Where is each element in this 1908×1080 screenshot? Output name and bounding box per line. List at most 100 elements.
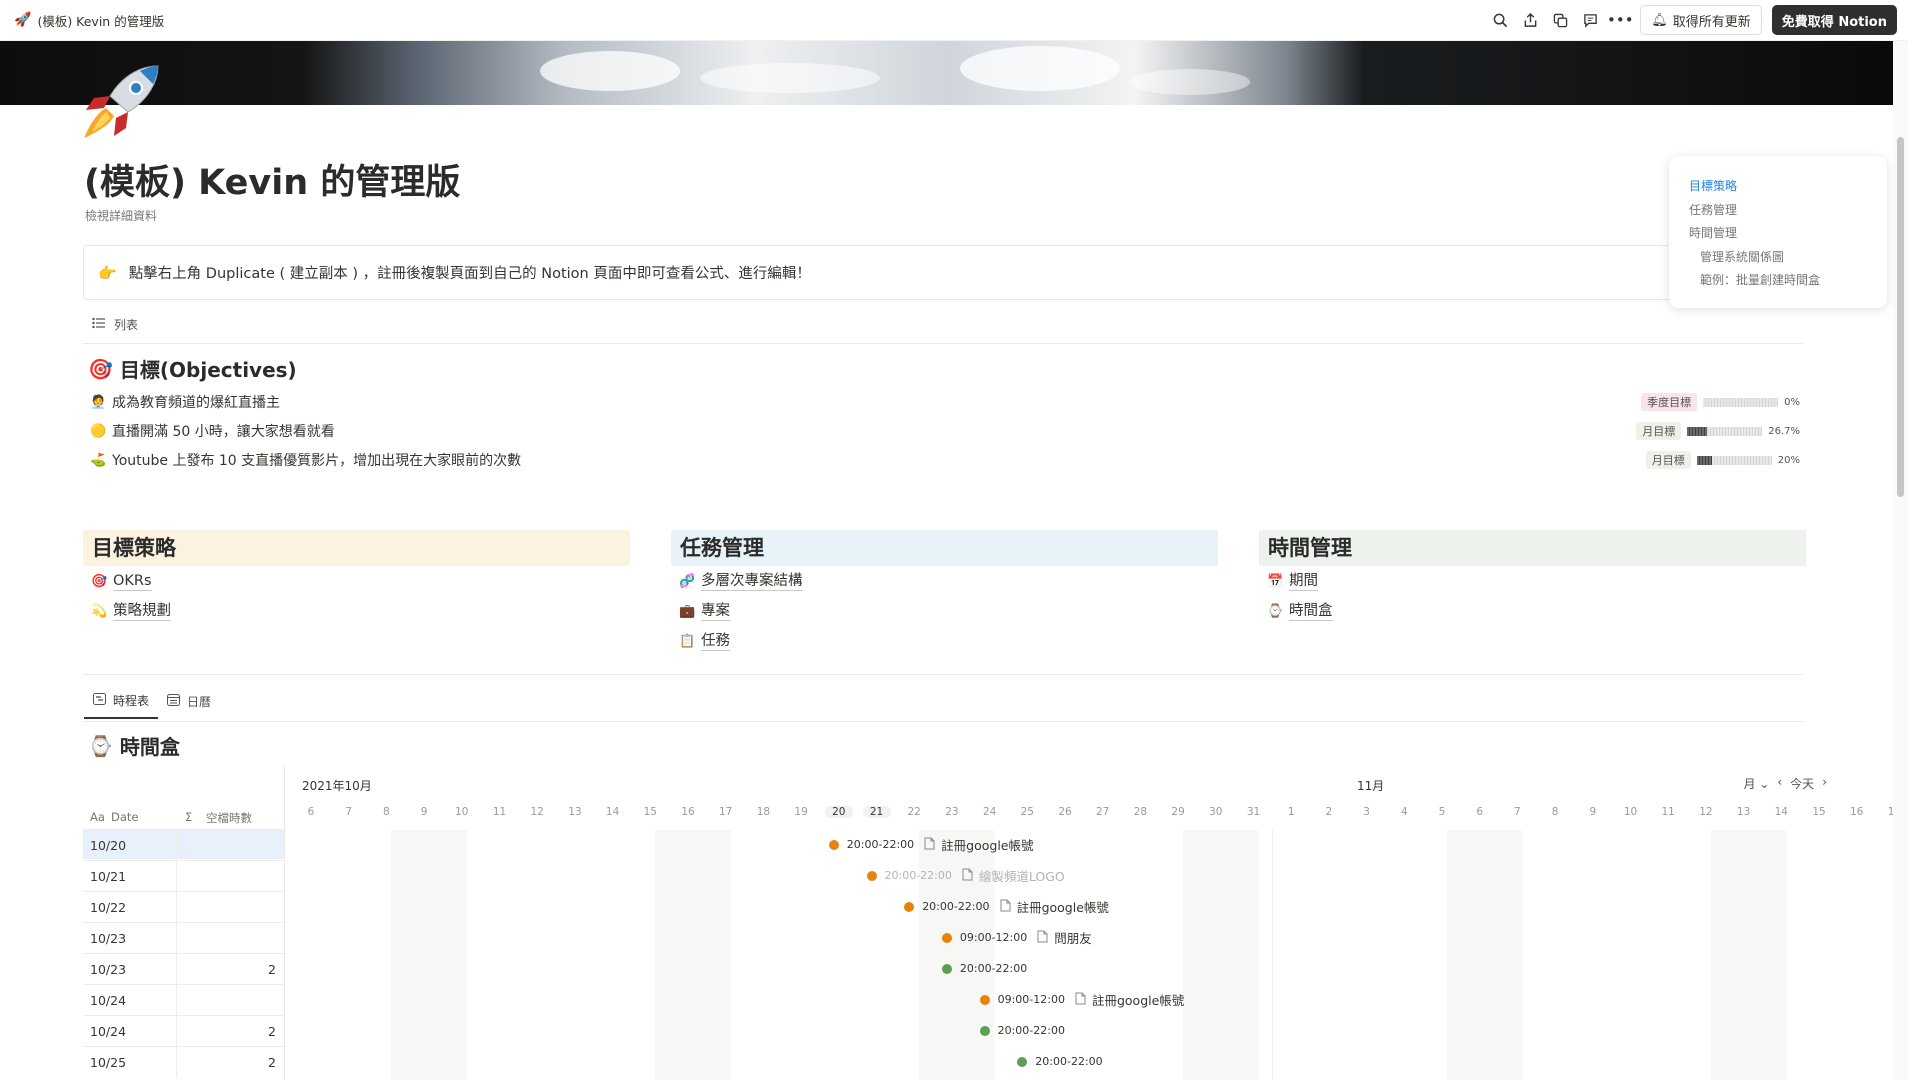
page-link[interactable]: 💼 專案	[671, 596, 1218, 626]
timebox-event[interactable]: 20:00-22:00 註冊google帳號	[904, 894, 1109, 919]
day-number: 15	[643, 806, 657, 818]
timebox-event[interactable]: 20:00-22:00	[979, 1018, 1065, 1043]
weekend-column	[428, 830, 467, 1080]
follow-button[interactable]: 🔔︎ 取得所有更新	[1640, 5, 1762, 35]
table-row[interactable]: 10/23 2	[83, 953, 285, 985]
page-link[interactable]: 🎯 OKRs	[83, 566, 630, 596]
list-view-tab[interactable]: 列表	[92, 316, 138, 333]
section-column: 任務管理 🧬 多層次專案結構 💼 專案 📋 任務	[671, 530, 1218, 656]
chevron-right-icon[interactable]: ›	[1822, 775, 1827, 792]
page-link[interactable]: 📋 任務	[671, 626, 1218, 656]
page-link[interactable]: 💫 策略規劃	[83, 596, 630, 626]
timebox-event[interactable]: 20:00-22:00 註冊google帳號	[828, 832, 1034, 857]
day-number: 13	[568, 806, 582, 818]
divider	[83, 721, 1803, 722]
search-icon[interactable]	[1490, 10, 1510, 30]
toc-item[interactable]: 範例：批量創建時間盒	[1689, 269, 1867, 293]
comment-icon[interactable]	[1580, 10, 1600, 30]
row-date: 10/20	[90, 838, 127, 853]
page-link-icon: 📋	[679, 633, 696, 649]
progress-percent: 20%	[1777, 454, 1800, 466]
event-name: 註冊google帳號	[1091, 993, 1185, 1008]
timebox-event[interactable]: 09:00-12:00 問朋友	[941, 925, 1092, 950]
status-dot	[941, 963, 952, 974]
page-link-icon: 🎯	[91, 573, 108, 589]
day-number: 8	[383, 806, 390, 818]
zoom-select[interactable]: 月 ⌄	[1743, 775, 1769, 792]
day-number: 10	[455, 806, 469, 818]
table-row[interactable]: 10/20	[83, 829, 285, 861]
objective-row[interactable]: ⛳ Youtube 上發布 10 支直播優質影片，增加出現在大家眼前的次數 月目標 2…	[90, 446, 1800, 474]
objective-meta: 季度目標 0%	[1641, 393, 1800, 411]
objective-text: Youtube 上發布 10 支直播優質影片，增加出現在大家眼前的次數	[112, 453, 522, 469]
page-link-icon: 💫	[91, 603, 108, 619]
toc-item[interactable]: 時間管理	[1689, 222, 1867, 246]
breadcrumb[interactable]: 🚀 (模板) Kevin 的管理版	[14, 11, 164, 30]
timebox-event[interactable]: 20:00-22:00	[941, 956, 1027, 981]
day-number: 14	[605, 806, 620, 818]
more-icon[interactable]: •••	[1607, 10, 1634, 30]
chevron-left-icon[interactable]: ‹	[1777, 775, 1782, 792]
table-row[interactable]: 10/25 2	[83, 1046, 285, 1078]
toc-item[interactable]: 任務管理	[1689, 199, 1867, 223]
row-date: 10/24	[90, 1024, 127, 1039]
share-icon[interactable]	[1520, 10, 1540, 30]
page-link-label: 時間盒	[1289, 602, 1333, 621]
objective-meta: 月目標 26.7%	[1636, 422, 1800, 440]
timebox-event[interactable]: 20:00-22:00 繪製頻道LOGO	[866, 863, 1065, 888]
timebox-event[interactable]: 09:00-12:00 註冊google帳號	[979, 987, 1185, 1012]
table-row[interactable]: 10/23	[83, 922, 285, 954]
status-dot	[866, 870, 877, 881]
day-number: 28	[1133, 806, 1148, 818]
toc-item[interactable]: 管理系統關係圖	[1689, 246, 1867, 270]
day-number: 18	[756, 806, 771, 818]
day-number: 24	[982, 806, 997, 818]
bell-icon: 🔔︎	[1651, 12, 1668, 28]
rocket-icon[interactable]	[82, 64, 162, 140]
table-row[interactable]: 10/21	[83, 860, 285, 892]
view-tab[interactable]: 日曆	[158, 692, 220, 719]
row-date: 10/23	[90, 931, 127, 946]
table-row[interactable]: 10/24	[83, 984, 285, 1016]
section-heading: 目標策略	[83, 530, 630, 566]
duplicate-icon[interactable]	[1550, 10, 1570, 30]
objective-row[interactable]: 🧑‍💼 成為教育頻道的爆紅直播主 季度目標 0%	[90, 388, 1800, 416]
page-link[interactable]: 🧬 多層次專案結構	[671, 566, 1218, 596]
day-number: 1	[1287, 806, 1295, 818]
section-column: 目標策略 🎯 OKRs 💫 策略規劃	[83, 530, 630, 626]
page-scrollbar[interactable]	[1893, 41, 1908, 1080]
calendar-icon	[167, 694, 181, 709]
view-tabs: 時程表 日曆	[84, 692, 220, 719]
day-number: 15	[1812, 806, 1826, 818]
row-free-hours: 2	[268, 1024, 276, 1039]
column-free-hours[interactable]: 空檔時數	[206, 810, 252, 826]
day-number: 3	[1363, 806, 1370, 818]
today-button[interactable]: 今天	[1790, 775, 1814, 792]
progress-fill	[1696, 455, 1712, 465]
page-link[interactable]: ⌚ 時間盒	[1259, 596, 1806, 626]
timebox-title: 時間盒	[119, 735, 180, 759]
objective-row[interactable]: 🟡 直播開滿 50 小時，讓大家想看就看 月目標 26.7%	[90, 417, 1800, 445]
timebox-event[interactable]: 20:00-22:00	[1017, 1049, 1103, 1074]
day-number: 17	[719, 806, 733, 818]
view-tab[interactable]: 時程表	[84, 692, 159, 719]
page-link[interactable]: 📅 期間	[1259, 566, 1806, 596]
day-number: 25	[1020, 806, 1034, 818]
column-date[interactable]: Date	[111, 810, 139, 824]
table-row[interactable]: 10/22	[83, 891, 285, 923]
text-type-icon: Aa	[90, 810, 105, 824]
event-time: 20:00-22:00	[922, 900, 990, 913]
view-tab-label: 時程表	[113, 694, 150, 708]
scrollbar-thumb[interactable]	[1897, 137, 1904, 497]
row-date: 10/25	[90, 1055, 127, 1070]
progress-percent: 26.7%	[1768, 425, 1800, 437]
get-notion-button[interactable]: 免費取得 Notion	[1771, 5, 1897, 35]
weekend-column	[1484, 830, 1523, 1080]
view-details-link[interactable]: 檢視詳細資料	[85, 207, 157, 224]
day-number: 9	[420, 806, 428, 818]
objective-emoji-icon: ⛳	[90, 452, 107, 468]
document-icon	[1037, 930, 1048, 946]
objective-text: 直播開滿 50 小時，讓大家想看就看	[112, 424, 335, 440]
toc-item[interactable]: 目標策略	[1689, 175, 1867, 199]
table-row[interactable]: 10/24 2	[83, 1015, 285, 1047]
